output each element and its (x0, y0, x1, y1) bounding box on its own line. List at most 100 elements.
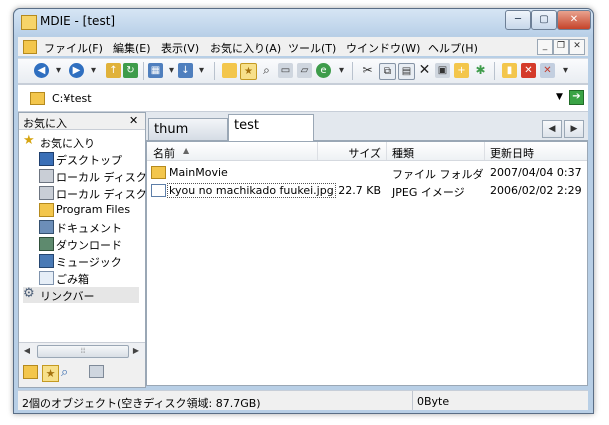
menu-view[interactable]: 表示(V) (161, 40, 199, 56)
refresh-icon[interactable]: ↻ (123, 63, 138, 78)
folder-icon (30, 92, 45, 105)
file-type: JPEG イメージ (392, 186, 465, 199)
status-size: 0Byte (417, 395, 450, 408)
download-icon (39, 237, 54, 251)
drive-icon (39, 186, 54, 200)
mdi-restore-button[interactable]: ❐ (553, 39, 569, 55)
folder-icon (39, 203, 54, 217)
menu-help[interactable]: ヘルプ(H) (428, 40, 478, 56)
view-mode-icon[interactable]: ▦ (148, 63, 163, 78)
file-size: 22.7 KB (338, 184, 381, 197)
star-icon: ★ (23, 133, 35, 148)
folder-icon (23, 40, 37, 54)
drive-icon (39, 169, 54, 183)
back-dropdown-icon[interactable]: ▾ (51, 63, 66, 78)
menu-bar: ファイル(F) 編集(E) 表示(V) お気に入り(A) ツール(T) ウインド… (18, 37, 588, 56)
close-tab-icon[interactable]: ✕ (540, 63, 555, 78)
toolbar-separator (143, 62, 144, 80)
address-input[interactable]: C:¥test (52, 92, 92, 105)
panel-header: お気に入 ✕ (19, 113, 145, 130)
list-item[interactable]: MainMovie ファイル フォルダ 2007/04/04 0:37 (147, 164, 587, 181)
new-folder-icon[interactable]: + (454, 63, 469, 78)
toolbar-separator (494, 62, 495, 80)
pin-icon[interactable]: ✱ (473, 63, 488, 78)
menu-favorites[interactable]: お気に入り(A) (210, 40, 281, 56)
column-date[interactable]: 更新日時 (485, 142, 587, 160)
favorites-star-icon[interactable]: ★ (42, 365, 59, 382)
window-title: MDIE - [test] (40, 14, 116, 28)
close-button[interactable]: ✕ (557, 10, 591, 30)
thumbnail-icon[interactable]: ▭ (278, 63, 293, 78)
lock-icon[interactable]: ▮ (502, 63, 517, 78)
stop-icon[interactable]: ✕ (521, 63, 536, 78)
toolbar: ◀ ▾ ▶ ▾ ↑ ↻ ▦ ▾ ↓ ▾ ★ ⌕ ▭ ▱ e ▾ ✂ ⧉ ▤ ✕ … (18, 58, 588, 84)
paste-icon[interactable]: ▤ (398, 63, 415, 80)
search-icon[interactable]: ⌕ (61, 365, 76, 380)
favorites-star-icon[interactable]: ★ (240, 63, 257, 80)
file-type: ファイル フォルダ (392, 168, 484, 181)
file-name: kyou no machikado fuukei.jpg (167, 183, 336, 198)
address-dropdown-icon[interactable]: ▼ (556, 92, 563, 102)
forward-dropdown-icon[interactable]: ▾ (86, 63, 101, 78)
thumbnail-icon[interactable] (89, 365, 104, 378)
tab-test[interactable]: test (228, 114, 314, 141)
tab-thum[interactable]: thum (148, 118, 228, 140)
maximize-button[interactable]: ▢ (531, 10, 557, 30)
desktop-icon (39, 152, 54, 166)
tab-bar: thum test ◀ ▶ (146, 112, 588, 141)
search-icon[interactable]: ⌕ (259, 63, 274, 78)
panel-title: お気に入 (23, 117, 67, 130)
tab-scroll-right-icon[interactable]: ▶ (564, 120, 584, 138)
file-date: 2007/04/04 0:37 (490, 166, 582, 179)
status-objects: 2個のオブジェクト(空きディスク領域: 87.7GB) (18, 391, 413, 410)
panel-close-icon[interactable]: ✕ (129, 114, 138, 127)
column-name[interactable]: 名前 ▲ (147, 142, 318, 160)
preview-icon[interactable]: ▱ (297, 63, 312, 78)
mdi-close-button[interactable]: ✕ (569, 39, 585, 55)
cut-icon[interactable]: ✂ (360, 63, 375, 78)
list-item[interactable]: kyou no machikado fuukei.jpg 22.7 KB JPE… (147, 182, 587, 199)
column-type[interactable]: 種類 (387, 142, 485, 160)
file-list: 名前 ▲ サイズ 種類 更新日時 MainMovie ファイル フォルダ 2007… (146, 141, 588, 386)
image-file-icon (151, 184, 166, 197)
list-header: 名前 ▲ サイズ 種類 更新日時 (147, 142, 587, 161)
properties-icon[interactable]: ▣ (435, 63, 450, 78)
copy-icon[interactable]: ⧉ (379, 63, 396, 80)
sort-asc-icon: ▲ (183, 146, 190, 155)
music-icon (39, 254, 54, 268)
sort-icon[interactable]: ↓ (178, 63, 193, 78)
back-icon[interactable]: ◀ (34, 63, 49, 78)
scroll-right-icon[interactable]: ▶ (129, 344, 143, 357)
column-size[interactable]: サイズ (318, 142, 387, 160)
folders-icon[interactable] (222, 63, 237, 78)
menu-file[interactable]: ファイル(F) (44, 40, 103, 56)
scroll-left-icon[interactable]: ◀ (20, 344, 34, 357)
status-bar: 2個のオブジェクト(空きディスク領域: 87.7GB) 0Byte (18, 390, 588, 410)
panel-bottom-toolbar: ★ ⌕ (19, 359, 145, 387)
menu-window[interactable]: ウインドウ(W) (346, 40, 420, 56)
go-icon[interactable]: ➔ (569, 90, 584, 105)
mdi-minimize-button[interactable]: _ (537, 39, 553, 55)
folder-tree-icon[interactable] (23, 365, 38, 379)
menu-tools[interactable]: ツール(T) (288, 40, 336, 56)
favorites-panel: お気に入 ✕ ★ お気に入り デスクトップ ローカル ディスク ローカル ディス… (18, 112, 147, 388)
tree-item-link-bar[interactable]: ⚙ リンクバー (23, 287, 139, 303)
toolbar-dropdown-icon[interactable]: ▾ (558, 63, 573, 78)
view-dropdown-icon[interactable]: ▾ (164, 63, 179, 78)
internet-dropdown-icon[interactable]: ▾ (334, 63, 349, 78)
internet-icon[interactable]: e (316, 63, 331, 78)
scroll-thumb[interactable]: ⦙⦙⦙ (37, 345, 129, 358)
forward-icon[interactable]: ▶ (69, 63, 84, 78)
up-folder-icon[interactable]: ↑ (106, 63, 121, 78)
documents-icon (39, 220, 54, 234)
sort-dropdown-icon[interactable]: ▾ (194, 63, 209, 78)
sidebar-horizontal-scrollbar[interactable]: ◀ ⦙⦙⦙ ▶ (19, 342, 145, 359)
title-bar[interactable]: MDIE - [test] ─ ▢ ✕ (14, 9, 593, 35)
app-icon (21, 15, 37, 30)
file-name: MainMovie (169, 166, 228, 179)
menu-edit[interactable]: 編集(E) (113, 40, 151, 56)
minimize-button[interactable]: ─ (505, 10, 531, 30)
tab-scroll-left-icon[interactable]: ◀ (542, 120, 562, 138)
app-window: MDIE - [test] ─ ▢ ✕ ファイル(F) 編集(E) 表示(V) … (13, 8, 594, 414)
delete-icon[interactable]: ✕ (417, 63, 432, 78)
